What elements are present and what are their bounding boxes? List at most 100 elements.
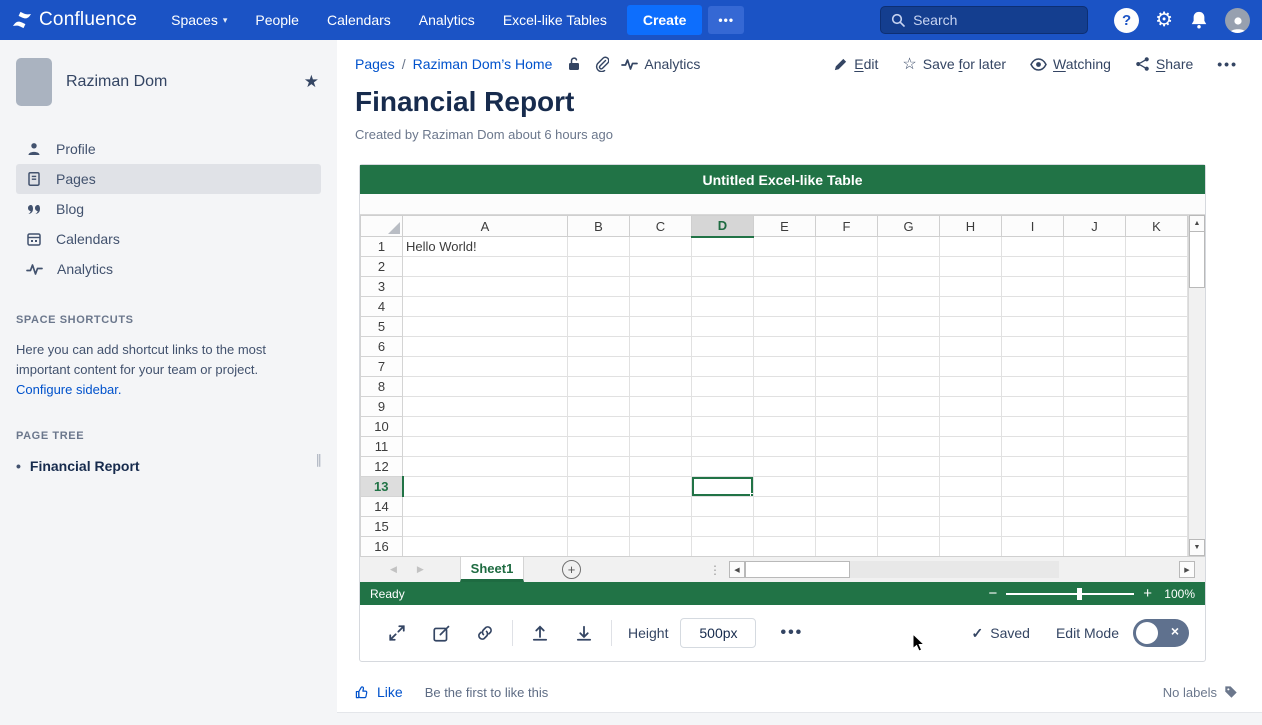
cell-F7[interactable] [816,357,878,377]
cell-B7[interactable] [568,357,630,377]
cell-K4[interactable] [1126,297,1188,317]
cell-E7[interactable] [754,357,816,377]
cell-C14[interactable] [630,497,692,517]
column-header-I[interactable]: I [1002,216,1064,237]
cell-A1[interactable]: Hello World! [403,237,568,257]
row-header-16[interactable]: 16 [361,537,403,557]
labels-button[interactable]: No labels [1163,685,1238,700]
cell-E14[interactable] [754,497,816,517]
cell-E1[interactable] [754,237,816,257]
scroll-up-icon[interactable]: ▲ [1189,215,1205,232]
row-header-3[interactable]: 3 [361,277,403,297]
scroll-down-icon[interactable]: ▼ [1189,539,1205,556]
zoom-slider[interactable] [1006,593,1134,595]
row-header-2[interactable]: 2 [361,257,403,277]
cell-K11[interactable] [1126,437,1188,457]
row-header-13[interactable]: 13 [361,477,403,497]
cell-E11[interactable] [754,437,816,457]
row-header-1[interactable]: 1 [361,237,403,257]
cell-I5[interactable] [1002,317,1064,337]
row-header-10[interactable]: 10 [361,417,403,437]
cell-B5[interactable] [568,317,630,337]
cell-F5[interactable] [816,317,878,337]
cell-D5[interactable] [692,317,754,337]
cell-A7[interactable] [403,357,568,377]
cell-F11[interactable] [816,437,878,457]
cell-C6[interactable] [630,337,692,357]
configure-sidebar-link[interactable]: Configure sidebar. [16,380,321,400]
cell-F9[interactable] [816,397,878,417]
cell-E4[interactable] [754,297,816,317]
watching-button[interactable]: Watching [1030,56,1111,72]
nav-item-analytics[interactable]: Analytics [407,6,487,34]
cell-G2[interactable] [878,257,940,277]
cell-D14[interactable] [692,497,754,517]
save-for-later-button[interactable]: ☆ Save for later [902,54,1006,74]
cell-G16[interactable] [878,537,940,557]
cell-D8[interactable] [692,377,754,397]
column-header-A[interactable]: A [403,216,568,237]
cell-D10[interactable] [692,417,754,437]
nav-item-calendars[interactable]: Calendars [315,6,403,34]
select-all-corner[interactable] [361,216,403,237]
cell-D12[interactable] [692,457,754,477]
cell-F1[interactable] [816,237,878,257]
cell-A2[interactable] [403,257,568,277]
sheet-table[interactable]: ABCDEFGHIJK1Hello World!2345678910111213… [360,215,1188,556]
zoom-in-icon[interactable]: + [1143,586,1152,601]
cell-J1[interactable] [1064,237,1126,257]
help-icon[interactable]: ? [1114,8,1139,33]
row-header-15[interactable]: 15 [361,517,403,537]
cell-J14[interactable] [1064,497,1126,517]
cell-K2[interactable] [1126,257,1188,277]
vertical-scrollbar[interactable]: ▲ ▼ [1188,215,1205,556]
cell-D11[interactable] [692,437,754,457]
cell-D4[interactable] [692,297,754,317]
notifications-bell-icon[interactable] [1189,10,1209,30]
tabbar-splitter-icon[interactable]: ⋮ [701,563,729,577]
cell-J13[interactable] [1064,477,1126,497]
cell-I10[interactable] [1002,417,1064,437]
cell-J11[interactable] [1064,437,1126,457]
cell-K12[interactable] [1126,457,1188,477]
cell-D9[interactable] [692,397,754,417]
column-header-J[interactable]: J [1064,216,1126,237]
cell-I6[interactable] [1002,337,1064,357]
cell-H12[interactable] [940,457,1002,477]
cell-G7[interactable] [878,357,940,377]
cell-H11[interactable] [940,437,1002,457]
cell-F13[interactable] [816,477,878,497]
cell-C11[interactable] [630,437,692,457]
edit-button[interactable]: Edit [833,56,878,72]
cell-G11[interactable] [878,437,940,457]
cell-H3[interactable] [940,277,1002,297]
cell-H9[interactable] [940,397,1002,417]
edit-table-icon[interactable] [430,624,452,643]
nav-more-icon[interactable]: ••• [708,6,744,34]
cell-E15[interactable] [754,517,816,537]
column-header-B[interactable]: B [568,216,630,237]
cell-K10[interactable] [1126,417,1188,437]
cell-J16[interactable] [1064,537,1126,557]
sidebar-item-profile[interactable]: Profile [16,134,321,164]
cell-F2[interactable] [816,257,878,277]
cell-H10[interactable] [940,417,1002,437]
cell-A6[interactable] [403,337,568,357]
column-header-D[interactable]: D [692,216,754,237]
cell-F8[interactable] [816,377,878,397]
cell-F4[interactable] [816,297,878,317]
create-button[interactable]: Create [627,5,703,35]
cell-G5[interactable] [878,317,940,337]
cell-J10[interactable] [1064,417,1126,437]
row-header-9[interactable]: 9 [361,397,403,417]
column-header-E[interactable]: E [754,216,816,237]
cell-B11[interactable] [568,437,630,457]
macro-more-icon[interactable]: ••• [780,624,803,642]
vertical-scroll-thumb[interactable] [1189,232,1205,288]
cell-G8[interactable] [878,377,940,397]
sheet-nav-right-icon[interactable]: ▶ [417,564,424,575]
download-icon[interactable] [573,624,595,642]
confluence-logo[interactable]: Confluence [12,9,137,31]
cell-I8[interactable] [1002,377,1064,397]
cell-K8[interactable] [1126,377,1188,397]
